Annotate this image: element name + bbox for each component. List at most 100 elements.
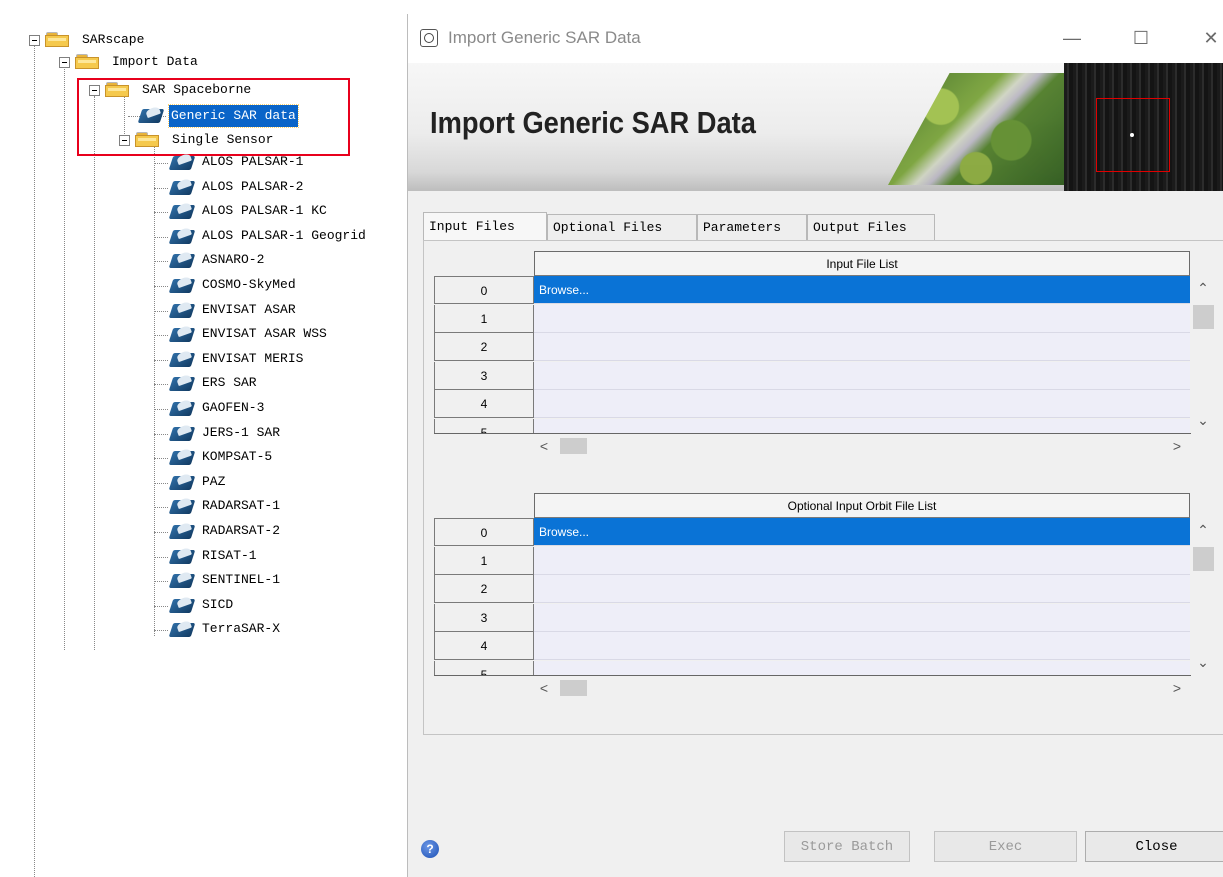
row-number[interactable]: 5 [434,418,534,433]
input-horizontal-scrollbar[interactable]: < > [534,435,1191,457]
tree-node-sensor[interactable]: ERS SAR [0,372,400,394]
tree-node-sensor[interactable]: RADARSAT-1 [0,495,400,517]
tree-node-sensor[interactable]: GAOFEN-3 [0,397,400,419]
tree-connector [154,433,168,435]
tree-node-sensor[interactable]: KOMPSAT-5 [0,446,400,468]
row-number[interactable]: 4 [434,390,534,418]
tree-label-sensor: RADARSAT-1 [202,498,281,514]
row-number[interactable]: 1 [434,546,534,575]
tree-node-sensor[interactable]: ALOS PALSAR-1 KC [0,200,400,222]
file-cell[interactable] [534,390,1190,418]
tree-node-sensor[interactable]: SENTINEL-1 [0,569,400,591]
satellite-icon [168,251,196,270]
scroll-up-icon[interactable]: ⌃ [1191,520,1215,540]
tab-parameters[interactable]: Parameters [697,214,807,240]
tree-node-sensor[interactable]: ENVISAT ASAR [0,299,400,321]
row-number[interactable]: 4 [434,632,534,660]
row-number[interactable]: 0 [434,518,534,546]
scroll-right-icon[interactable]: > [1167,435,1187,457]
scroll-down-icon[interactable]: ⌄ [1191,652,1215,672]
input-vertical-scrollbar[interactable]: ⌃ ⌄ [1191,276,1215,433]
tab-input-files[interactable]: Input Files [423,212,547,240]
app-icon [420,29,438,47]
input-file-table: Input File List 0Browse...123456 ⌃ ⌄ < > [434,251,1223,461]
tree-connector [154,482,168,484]
browse-cell[interactable]: Browse... [534,276,1190,304]
file-cell[interactable] [534,546,1190,575]
tree-node-sensor[interactable]: ENVISAT ASAR WSS [0,323,400,345]
scroll-down-icon[interactable]: ⌄ [1191,410,1215,430]
tab-output-files[interactable]: Output Files [807,214,935,240]
title-bar[interactable]: Import Generic SAR Data — ☐ ✕ [408,14,1223,63]
tree-node-sarscape[interactable]: SARscape [0,29,400,51]
row-number[interactable]: 3 [434,603,534,632]
tree-node-sensor[interactable]: ALOS PALSAR-1 Geogrid [0,225,400,247]
close-button[interactable]: Close [1085,831,1223,862]
tree-node-sensor[interactable]: RISAT-1 [0,545,400,567]
close-window-button[interactable]: ✕ [1188,20,1223,56]
satellite-icon [168,620,196,639]
file-cell[interactable] [534,632,1190,660]
scroll-left-icon[interactable]: < [534,677,554,699]
file-cell[interactable] [534,660,1190,675]
tree-node-sensor[interactable]: ENVISAT MERIS [0,348,400,370]
collapse-icon[interactable] [29,35,40,46]
satellite-icon [168,398,196,418]
tree-node-sensor[interactable]: TerraSAR-X [0,618,400,640]
tree-connector [154,532,168,533]
scroll-left-icon[interactable]: < [534,435,554,457]
tree-panel: SARscape Import Data SAR Spaceborne Gene… [0,0,405,877]
scroll-thumb[interactable] [1193,547,1214,571]
tab-panel-input-files: Input File List 0Browse...123456 ⌃ ⌄ < >… [423,240,1223,735]
row-number[interactable]: 0 [434,276,534,304]
tree-connector [154,310,168,312]
tree-node-import-data[interactable]: Import Data [0,51,400,73]
exec-button[interactable]: Exec [934,831,1077,862]
tree-node-sensor[interactable]: COSMO-SkyMed [0,274,400,296]
orbit-table-viewport: 0Browse...123456 [434,518,1191,676]
forest-image [888,73,1064,185]
tree-label-sensor: ENVISAT ASAR WSS [202,326,327,342]
tree-node-sensor[interactable]: SICD [0,594,400,616]
row-number[interactable]: 2 [434,575,534,603]
tree-label-sensor: SENTINEL-1 [202,572,281,588]
orbit-file-list-header: Optional Input Orbit File List [534,493,1190,518]
row-number[interactable]: 3 [434,361,534,390]
scroll-thumb[interactable] [560,438,587,454]
maximize-button[interactable]: ☐ [1118,20,1164,56]
tree-node-sensor[interactable]: ASNARO-2 [0,249,400,271]
folder-icon [75,54,99,69]
file-cell[interactable] [534,418,1190,433]
satellite-icon [168,423,196,443]
file-cell[interactable] [534,575,1190,603]
tree-label-sensor: SICD [202,596,234,612]
scroll-thumb[interactable] [1193,305,1214,329]
satellite-icon [168,521,196,541]
scroll-thumb[interactable] [560,680,587,696]
folder-icon [45,32,69,47]
row-number[interactable]: 2 [434,333,534,361]
tree-label-import-data: Import Data [112,54,198,69]
tree-node-sensor[interactable]: JERS-1 SAR [0,422,400,444]
scroll-right-icon[interactable]: > [1167,677,1187,699]
orbit-vertical-scrollbar[interactable]: ⌃ ⌄ [1191,518,1215,675]
tree-node-sensor[interactable]: PAZ [0,471,400,493]
file-cell[interactable] [534,304,1190,333]
tree-node-sensor[interactable]: RADARSAT-2 [0,520,400,542]
store-batch-button[interactable]: Store Batch [784,831,910,862]
orbit-horizontal-scrollbar[interactable]: < > [534,677,1191,699]
tree-node-sensor[interactable]: ALOS PALSAR-1 [0,151,400,173]
file-cell[interactable] [534,361,1190,390]
orbit-file-rows: 0Browse...123456 ⌃ ⌄ < > [434,518,1223,700]
minimize-button[interactable]: — [1049,20,1095,56]
tree-node-sensor[interactable]: ALOS PALSAR-2 [0,176,400,198]
row-number[interactable]: 5 [434,660,534,675]
file-cell[interactable] [534,333,1190,361]
row-number[interactable]: 1 [434,304,534,333]
tab-optional-files[interactable]: Optional Files [547,214,697,240]
browse-cell[interactable]: Browse... [534,518,1190,546]
scroll-up-icon[interactable]: ⌃ [1191,278,1215,298]
file-cell[interactable] [534,603,1190,632]
help-icon[interactable]: ? [421,840,439,858]
collapse-icon[interactable] [59,57,70,68]
